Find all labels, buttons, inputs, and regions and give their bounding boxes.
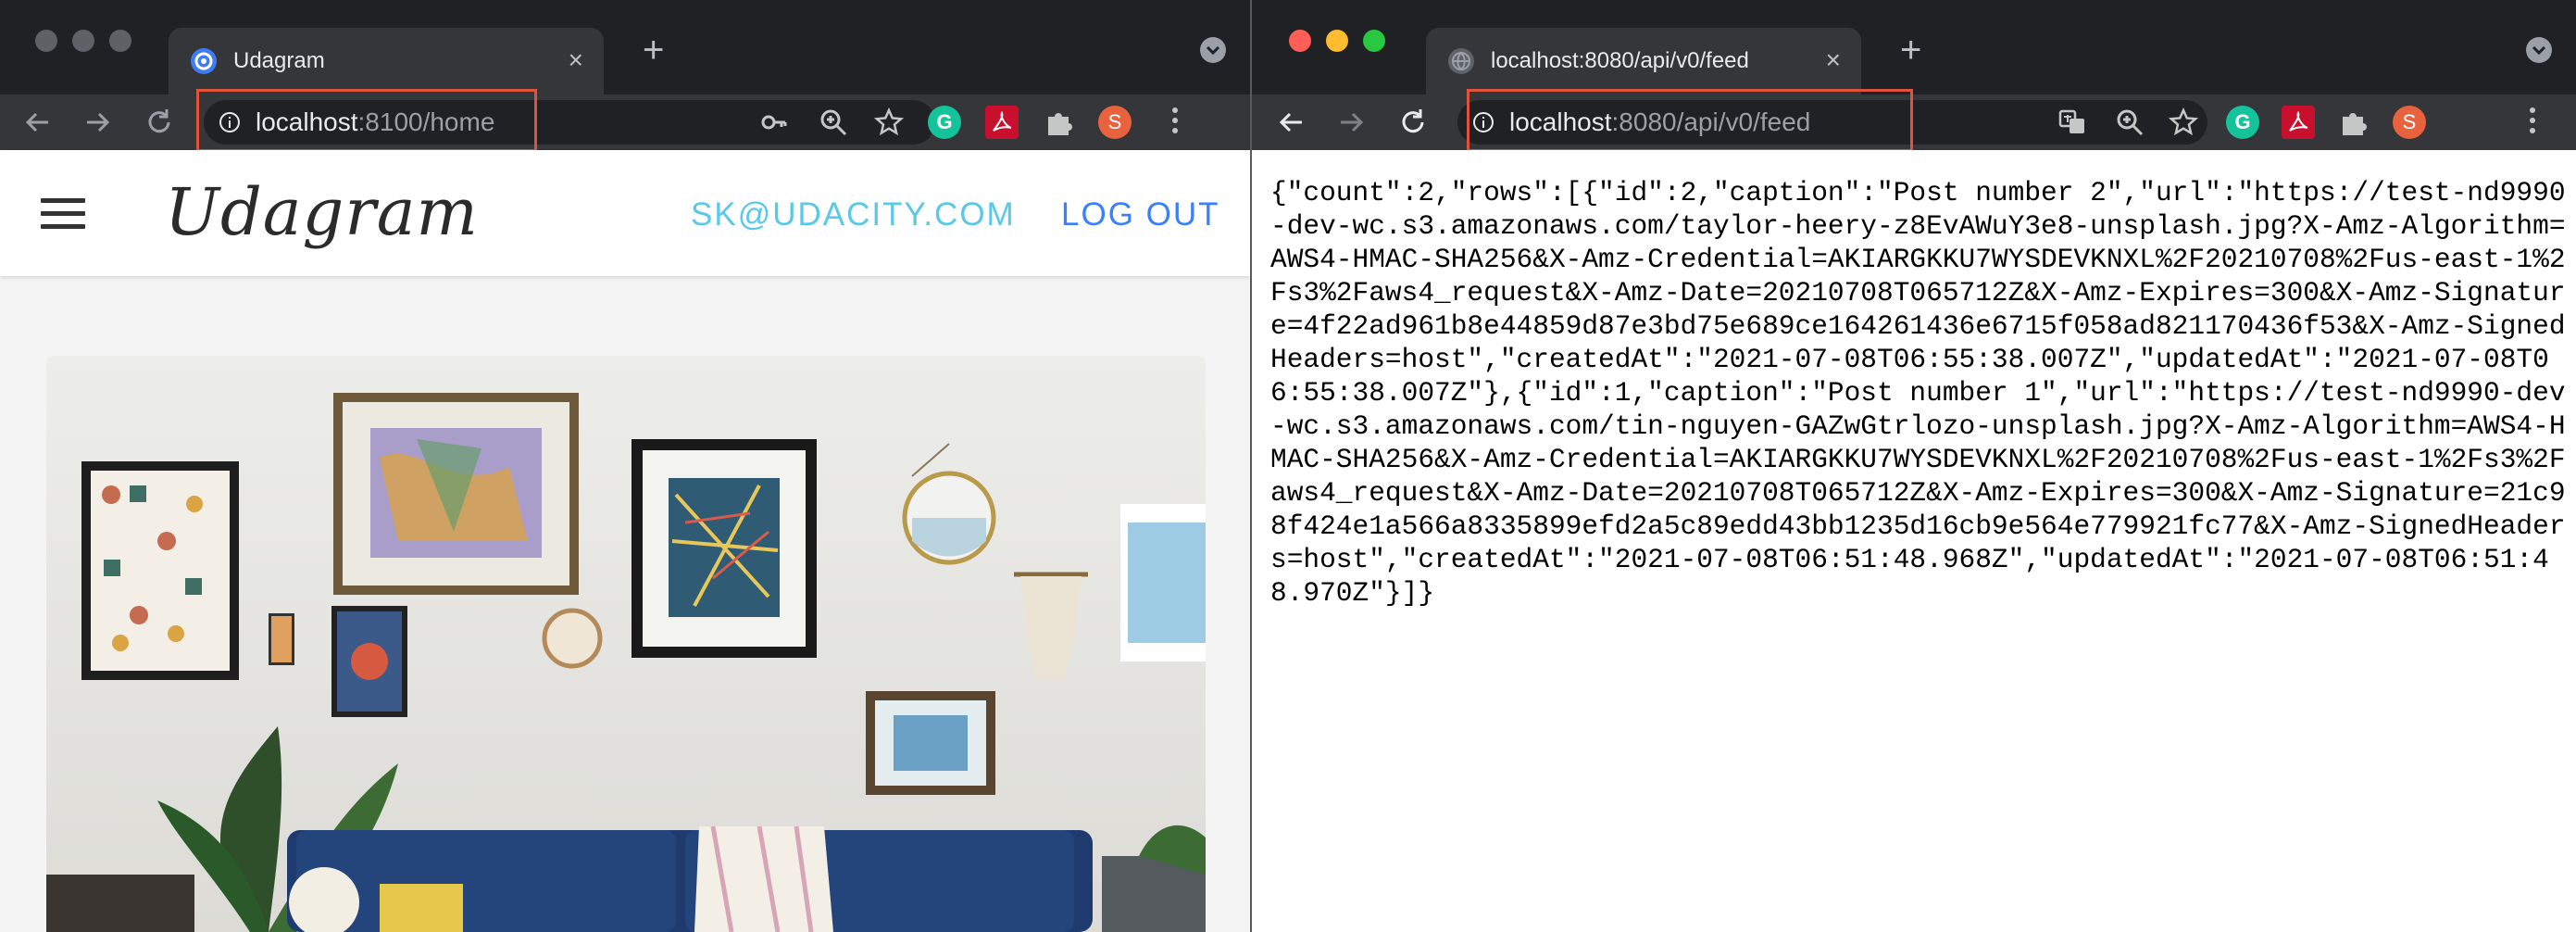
toolbar: localhost:8080/api/v0/feed G S	[1252, 89, 2576, 152]
logout-button[interactable]: LOG OUT	[1061, 196, 1220, 233]
ionic-logo-icon	[191, 48, 217, 74]
tab-udagram[interactable]: Udagram ×	[169, 28, 604, 94]
tab-close-icon[interactable]: ×	[569, 45, 583, 75]
tab-title: Udagram	[233, 48, 325, 73]
zoom-icon[interactable]	[2115, 107, 2145, 137]
udagram-page: Udagram SK@UDACITY.COM LOG OUT	[0, 150, 1250, 932]
minimize-window-button[interactable]	[72, 30, 94, 52]
profile-avatar[interactable]: S	[2393, 106, 2426, 139]
profile-avatar[interactable]: S	[1098, 106, 1132, 139]
reload-icon[interactable]	[1396, 106, 1430, 139]
zoom-icon[interactable]	[819, 107, 848, 137]
reload-icon[interactable]	[143, 106, 176, 139]
address-highlight-box	[1467, 89, 1913, 152]
user-email-link[interactable]: SK@UDACITY.COM	[691, 196, 1016, 233]
tab-strip: localhost:8080/api/v0/feed × +	[1252, 0, 2576, 94]
extensions-puzzle-icon[interactable]	[1043, 106, 1076, 139]
new-tab-button[interactable]: +	[643, 31, 664, 69]
grammarly-extension-icon[interactable]: G	[2226, 106, 2259, 139]
browser-window-api-feed: localhost:8080/api/v0/feed × + localhost…	[1252, 0, 2576, 932]
tab-search-icon[interactable]	[2526, 37, 2552, 63]
back-icon[interactable]	[20, 106, 54, 139]
app-header: Udagram SK@UDACITY.COM LOG OUT	[0, 150, 1250, 276]
close-window-button[interactable]	[35, 30, 57, 52]
pdf-extension-icon[interactable]	[985, 106, 1019, 139]
menu-icon[interactable]	[2530, 107, 2537, 138]
json-response-text: {"count":2,"rows":[{"id":2,"caption":"Po…	[1270, 177, 2566, 609]
hamburger-menu-icon[interactable]	[41, 198, 85, 237]
forward-icon[interactable]	[81, 106, 115, 139]
forward-icon[interactable]	[1335, 106, 1369, 139]
new-tab-button[interactable]: +	[1900, 31, 1921, 69]
tab-api-feed[interactable]: localhost:8080/api/v0/feed ×	[1426, 28, 1861, 94]
close-window-button[interactable]	[1289, 30, 1311, 52]
tab-strip: Udagram × +	[0, 0, 1250, 94]
bookmark-star-icon[interactable]	[874, 107, 904, 137]
grammarly-extension-icon[interactable]: G	[928, 106, 961, 139]
browser-window-udagram: Udagram × + localhost:8100/home G S Udag…	[0, 0, 1250, 932]
pdf-extension-icon[interactable]	[2282, 106, 2315, 139]
globe-icon	[1448, 48, 1474, 74]
bookmark-star-icon[interactable]	[2169, 107, 2198, 137]
app-brand: Udagram	[165, 174, 479, 250]
tab-close-icon[interactable]: ×	[1826, 45, 1841, 75]
json-response-page: {"count":2,"rows":[{"id":2,"caption":"Po…	[1252, 150, 2576, 932]
back-icon[interactable]	[1274, 106, 1307, 139]
address-highlight-box	[196, 89, 537, 152]
tab-title: localhost:8080/api/v0/feed	[1491, 48, 1749, 73]
zoom-window-button[interactable]	[109, 30, 131, 52]
feed-post-image	[46, 356, 1206, 932]
tab-search-icon[interactable]	[1200, 37, 1226, 63]
zoom-window-button[interactable]	[1363, 30, 1385, 52]
minimize-window-button[interactable]	[1326, 30, 1348, 52]
key-icon[interactable]	[759, 107, 789, 137]
toolbar: localhost:8100/home G S	[0, 89, 1250, 152]
extensions-puzzle-icon[interactable]	[2337, 106, 2370, 139]
menu-icon[interactable]	[1172, 107, 1180, 138]
feed-post-card[interactable]	[46, 356, 1206, 932]
translate-icon[interactable]	[2057, 107, 2087, 137]
